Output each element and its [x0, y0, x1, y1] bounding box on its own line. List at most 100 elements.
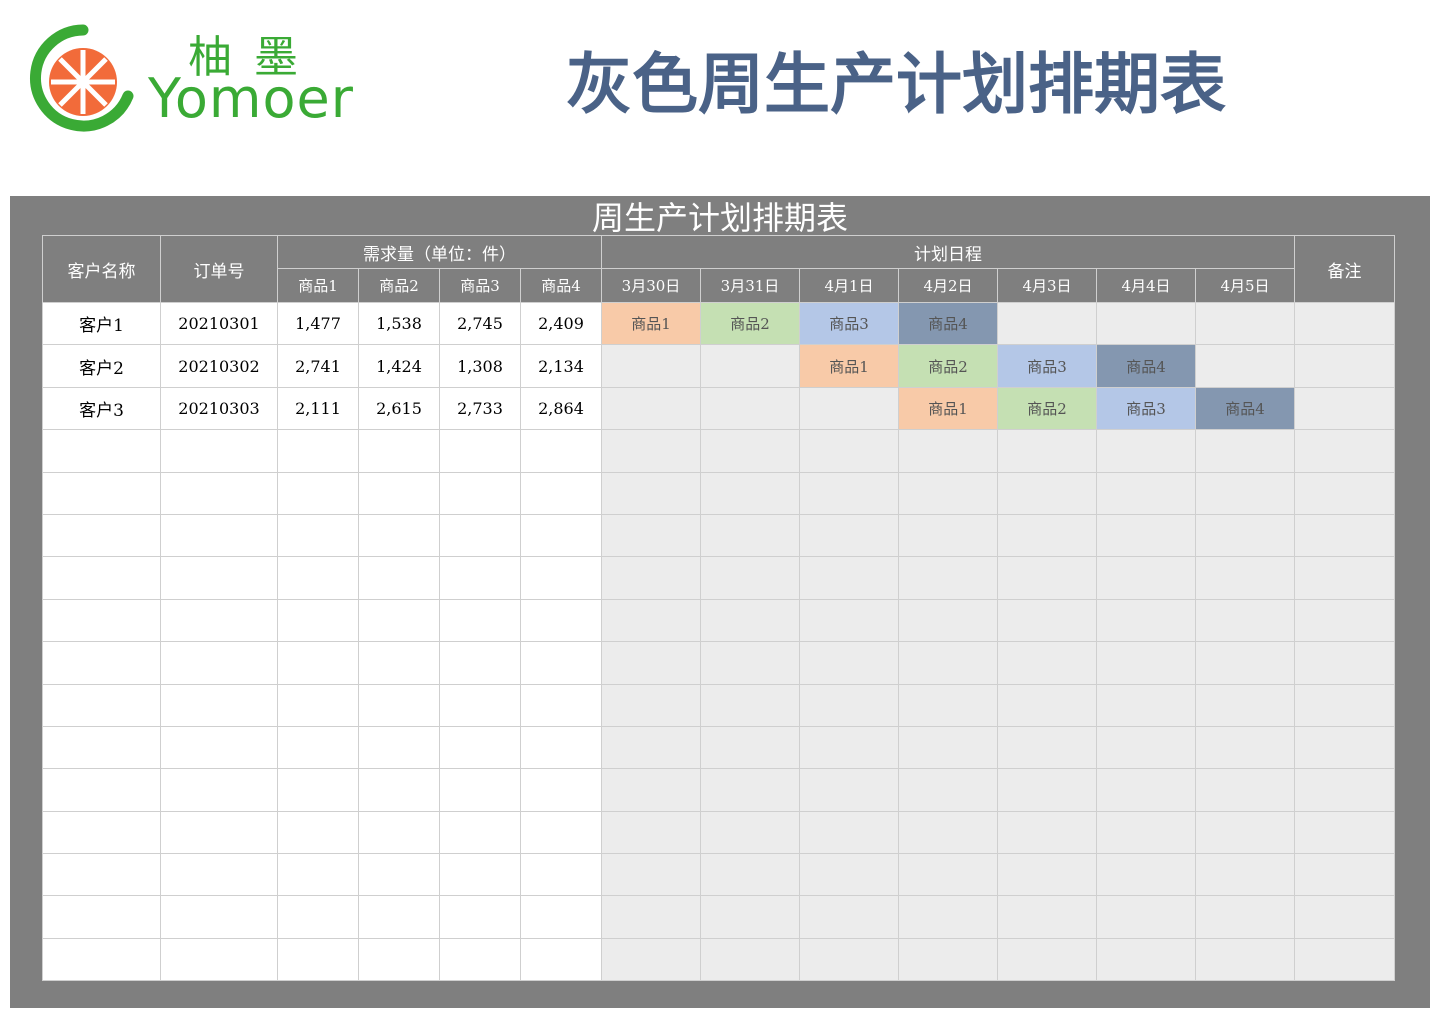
quantity-cell[interactable]: 2,864	[520, 386, 602, 431]
empty-cell[interactable]	[42, 598, 161, 643]
schedule-cell[interactable]: 商品4	[1096, 344, 1196, 388]
empty-cell[interactable]	[358, 598, 440, 643]
quantity-cell[interactable]: 1,308	[439, 344, 521, 388]
empty-cell[interactable]	[799, 598, 899, 643]
empty-cell[interactable]	[601, 853, 701, 897]
schedule-cell[interactable]	[700, 386, 800, 431]
empty-cell[interactable]	[700, 853, 800, 897]
empty-cell[interactable]	[1096, 895, 1196, 939]
empty-cell[interactable]	[898, 768, 998, 812]
empty-cell[interactable]	[601, 937, 701, 982]
empty-cell[interactable]	[997, 471, 1097, 515]
empty-cell[interactable]	[1294, 429, 1395, 473]
empty-cell[interactable]	[1195, 513, 1295, 558]
empty-cell[interactable]	[799, 810, 899, 855]
empty-cell[interactable]	[799, 513, 899, 558]
empty-cell[interactable]	[520, 768, 602, 812]
schedule-cell[interactable]	[1096, 301, 1196, 346]
empty-cell[interactable]	[160, 556, 278, 600]
empty-cell[interactable]	[601, 768, 701, 812]
empty-cell[interactable]	[1096, 641, 1196, 685]
empty-cell[interactable]	[700, 598, 800, 643]
empty-cell[interactable]	[1195, 937, 1295, 982]
empty-cell[interactable]	[898, 683, 998, 727]
empty-cell[interactable]	[700, 768, 800, 812]
empty-cell[interactable]	[277, 683, 359, 727]
schedule-cell[interactable]	[1195, 301, 1295, 346]
empty-cell[interactable]	[1195, 598, 1295, 643]
empty-cell[interactable]	[997, 810, 1097, 855]
empty-cell[interactable]	[439, 810, 521, 855]
empty-cell[interactable]	[898, 471, 998, 515]
empty-cell[interactable]	[997, 853, 1097, 897]
schedule-cell[interactable]: 商品2	[898, 344, 998, 388]
empty-cell[interactable]	[42, 853, 161, 897]
empty-cell[interactable]	[799, 641, 899, 685]
empty-cell[interactable]	[799, 429, 899, 473]
empty-cell[interactable]	[799, 725, 899, 770]
empty-cell[interactable]	[898, 429, 998, 473]
quantity-cell[interactable]: 2,134	[520, 344, 602, 388]
empty-cell[interactable]	[160, 429, 278, 473]
empty-cell[interactable]	[1195, 641, 1295, 685]
empty-cell[interactable]	[439, 598, 521, 643]
empty-cell[interactable]	[799, 768, 899, 812]
schedule-cell[interactable]	[601, 386, 701, 431]
empty-cell[interactable]	[1294, 810, 1395, 855]
empty-cell[interactable]	[601, 556, 701, 600]
empty-cell[interactable]	[997, 641, 1097, 685]
empty-cell[interactable]	[700, 683, 800, 727]
empty-cell[interactable]	[997, 725, 1097, 770]
schedule-cell[interactable]: 商品3	[1096, 386, 1196, 431]
empty-cell[interactable]	[160, 937, 278, 982]
empty-cell[interactable]	[700, 895, 800, 939]
empty-cell[interactable]	[42, 641, 161, 685]
empty-cell[interactable]	[358, 471, 440, 515]
empty-cell[interactable]	[1294, 556, 1395, 600]
empty-cell[interactable]	[520, 429, 602, 473]
empty-cell[interactable]	[799, 937, 899, 982]
empty-cell[interactable]	[42, 513, 161, 558]
remark-cell[interactable]	[1294, 301, 1395, 346]
schedule-cell[interactable]	[1195, 344, 1295, 388]
empty-cell[interactable]	[277, 598, 359, 643]
empty-cell[interactable]	[42, 895, 161, 939]
empty-cell[interactable]	[1195, 853, 1295, 897]
customer-cell[interactable]: 客户2	[42, 344, 161, 388]
empty-cell[interactable]	[1294, 598, 1395, 643]
empty-cell[interactable]	[520, 556, 602, 600]
schedule-cell[interactable]: 商品1	[601, 301, 701, 346]
empty-cell[interactable]	[42, 810, 161, 855]
empty-cell[interactable]	[799, 471, 899, 515]
schedule-cell[interactable]: 商品1	[898, 386, 998, 431]
schedule-cell[interactable]: 商品4	[1195, 386, 1295, 431]
empty-cell[interactable]	[700, 556, 800, 600]
empty-cell[interactable]	[997, 768, 1097, 812]
empty-cell[interactable]	[1195, 556, 1295, 600]
empty-cell[interactable]	[601, 725, 701, 770]
quantity-cell[interactable]: 1,424	[358, 344, 440, 388]
empty-cell[interactable]	[601, 513, 701, 558]
empty-cell[interactable]	[520, 641, 602, 685]
empty-cell[interactable]	[898, 725, 998, 770]
empty-cell[interactable]	[1195, 471, 1295, 515]
empty-cell[interactable]	[439, 725, 521, 770]
empty-cell[interactable]	[700, 810, 800, 855]
empty-cell[interactable]	[160, 853, 278, 897]
order-cell[interactable]: 20210303	[160, 386, 278, 431]
customer-cell[interactable]: 客户1	[42, 301, 161, 346]
empty-cell[interactable]	[1195, 683, 1295, 727]
empty-cell[interactable]	[601, 810, 701, 855]
empty-cell[interactable]	[1195, 895, 1295, 939]
empty-cell[interactable]	[1294, 725, 1395, 770]
empty-cell[interactable]	[1096, 598, 1196, 643]
empty-cell[interactable]	[42, 683, 161, 727]
empty-cell[interactable]	[601, 895, 701, 939]
empty-cell[interactable]	[1096, 725, 1196, 770]
empty-cell[interactable]	[520, 513, 602, 558]
quantity-cell[interactable]: 1,538	[358, 301, 440, 346]
empty-cell[interactable]	[1195, 725, 1295, 770]
empty-cell[interactable]	[277, 810, 359, 855]
empty-cell[interactable]	[277, 768, 359, 812]
empty-cell[interactable]	[520, 683, 602, 727]
